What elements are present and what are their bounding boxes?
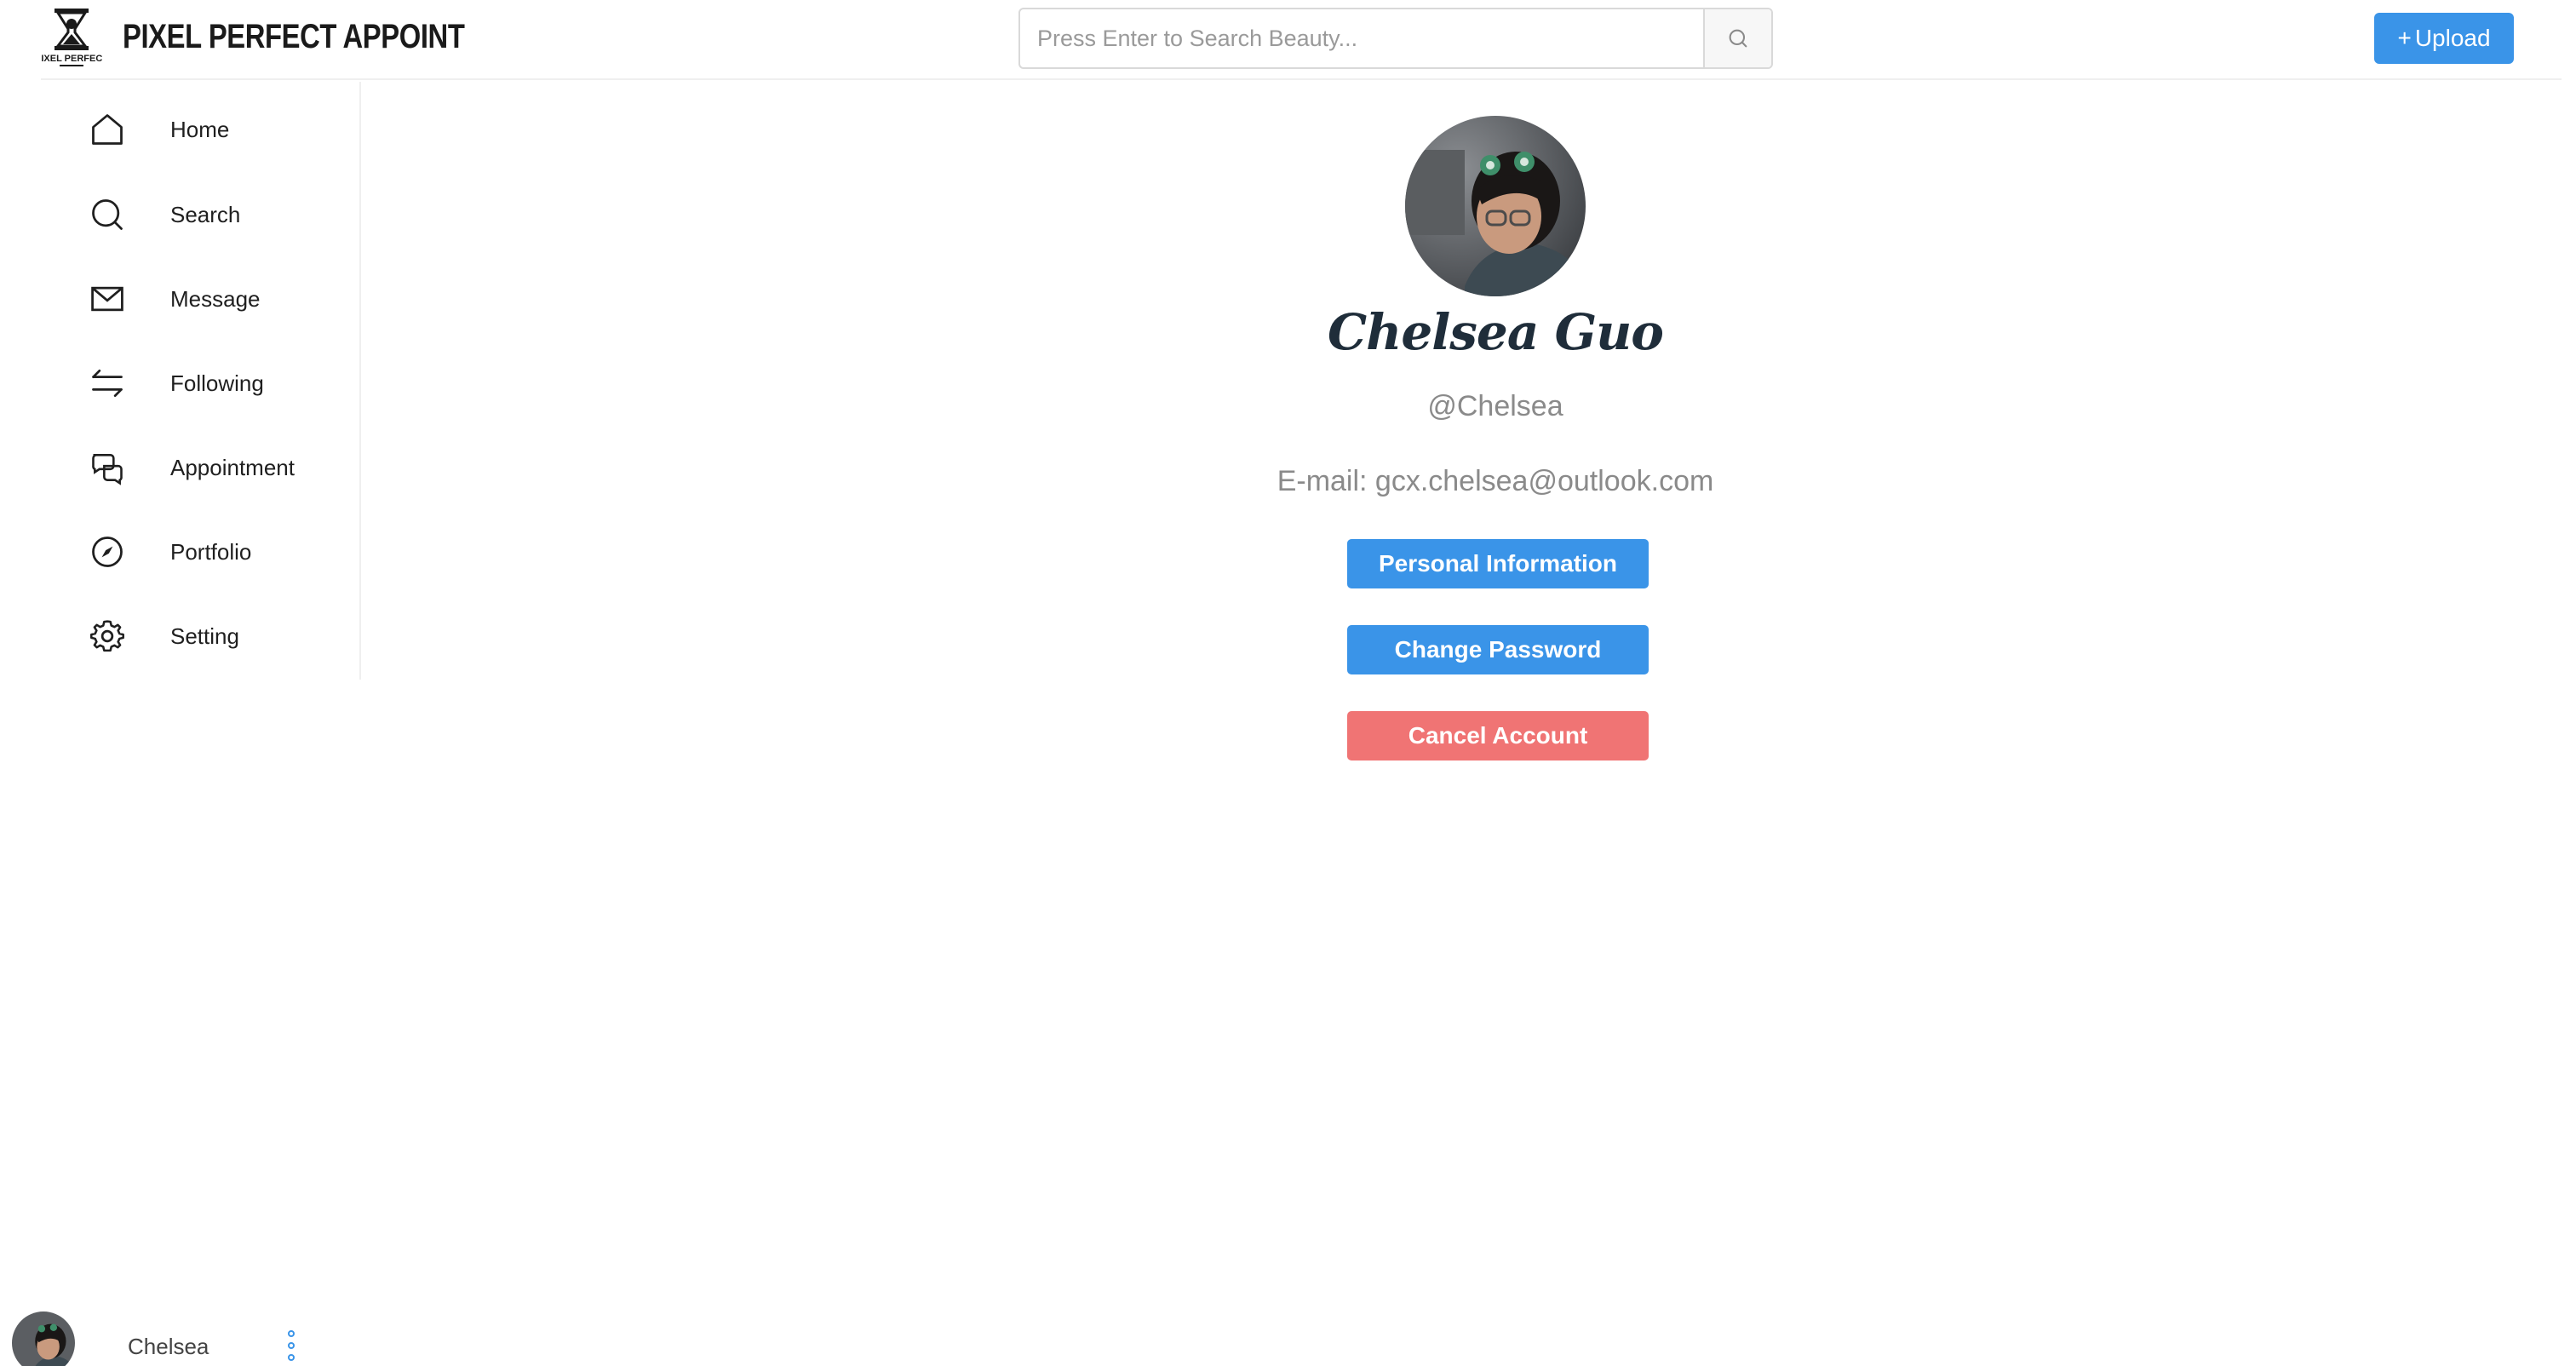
sidebar-item-portfolio[interactable]: Portfolio [85, 518, 341, 586]
sidebar-item-label: Following [170, 370, 264, 396]
sidebar-item-label: Setting [170, 623, 239, 649]
personal-information-button[interactable]: Personal Information [1347, 539, 1649, 588]
compass-icon [85, 530, 129, 574]
profile-page: PIXEL PERFECT PIXEL PERFECT APPOINT + Up… [0, 0, 2576, 1366]
vertical-dots-icon[interactable] [284, 1329, 298, 1363]
profile-email: E-mail: gcx.chelsea@outlook.com [1277, 465, 1714, 497]
change-password-button[interactable]: Change Password [1347, 625, 1649, 674]
sidebar-item-label: Portfolio [170, 538, 252, 565]
mail-icon [85, 277, 129, 321]
user-avatar[interactable] [12, 1311, 75, 1366]
logo-text: PIXEL PERFECT [41, 54, 102, 64]
profile-avatar[interactable] [1405, 116, 1586, 296]
search-icon [85, 192, 129, 237]
sidebar-item-search[interactable]: Search [85, 181, 341, 249]
search-icon [1729, 29, 1747, 48]
profile-handle: @Chelsea [1427, 390, 1563, 422]
home-icon [85, 107, 129, 152]
sidebar-item-following[interactable]: Following [85, 349, 341, 417]
upload-button[interactable]: + Upload [2374, 13, 2514, 64]
brand-name[interactable]: PIXEL PERFECT APPOINT [123, 15, 465, 58]
upload-label: Upload [2414, 25, 2491, 51]
brand-logo[interactable]: PIXEL PERFECT [35, 7, 108, 70]
chat-bubbles-icon [85, 445, 129, 490]
gear-icon [85, 614, 129, 658]
swap-arrows-icon [85, 361, 129, 405]
profile-name: Chelsea Guo [1328, 303, 1664, 361]
search-button[interactable] [1703, 9, 1771, 67]
plus-icon: + [2397, 25, 2412, 51]
header-search [1018, 8, 1773, 69]
search-input[interactable] [1020, 9, 1703, 67]
sidebar-item-label: Search [170, 201, 241, 227]
sidebar-item-label: Home [170, 116, 230, 142]
user-name: Chelsea [128, 1334, 209, 1359]
sidebar-item-label: Appointment [170, 454, 295, 480]
sidebar-item-message[interactable]: Message [85, 265, 341, 333]
sidebar-item-label: Message [170, 285, 261, 312]
sidebar-item-setting[interactable]: Setting [85, 602, 341, 670]
cancel-account-button[interactable]: Cancel Account [1347, 711, 1649, 760]
sidebar-item-appointment[interactable]: Appointment [85, 433, 341, 502]
sidebar-item-home[interactable]: Home [85, 95, 341, 164]
